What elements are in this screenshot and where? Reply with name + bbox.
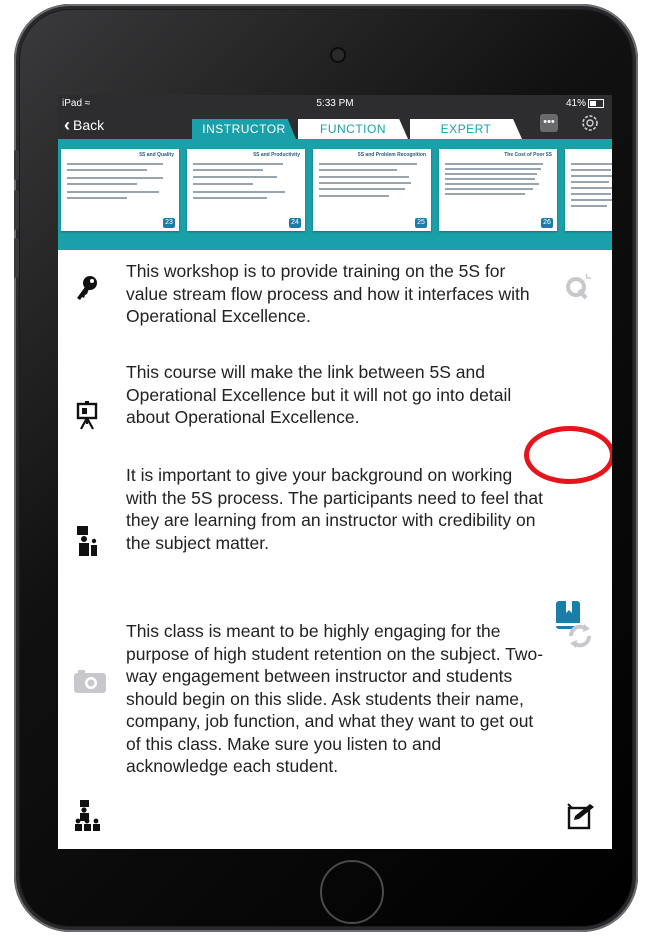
chevron-left-icon: ‹ [64,115,70,135]
back-label: Back [73,117,105,133]
status-bar: iPad ≈ 5:33 PM 41% [58,95,612,113]
slide-number: 26 [541,218,553,228]
note-paragraph: This workshop is to provide training on … [126,261,530,326]
slide-thumbnail[interactable]: 5S and Productivity 24 [187,149,305,231]
speaker-notes: This workshop is to provide training on … [58,250,612,849]
tab-label: FUNCTION [320,122,386,136]
slide-thumbnail-strip[interactable]: 5S and Quality 23 5S and Productivity 24 [58,139,612,250]
slide-number: 24 [289,218,301,228]
key-icon [74,274,100,307]
front-camera [332,49,344,61]
volume-down-button [14,238,19,278]
tab-label: EXPERT [440,122,492,136]
note-paragraph: It is important to give your background … [126,465,544,553]
highlight-circle [524,426,612,484]
tab-expert[interactable]: EXPERT [410,119,522,139]
instructor-icon [76,525,98,562]
slide-title: 5S and Problem Recognition [357,152,426,158]
slide-thumbnail[interactable]: 5S and Problem Recognition 25 [313,149,431,231]
slide-thumbnail[interactable]: The Cost of Poor 5S 26 [439,149,557,231]
volume-up-button [14,190,19,230]
tab-function[interactable]: FUNCTION [298,119,408,139]
back-button[interactable]: ‹ Back [64,115,105,135]
note-paragraph: This class is meant to be highly engagin… [126,621,544,776]
tab-label: INSTRUCTOR [202,122,286,136]
battery-icon [588,98,604,108]
mute-switch [14,150,19,180]
gear-icon[interactable] [579,112,601,134]
slide-title: 5S and Quality [139,152,174,158]
slide-thumbnail[interactable]: 5S and Quality 23 [61,149,179,231]
quiz-q-icon[interactable] [563,272,593,307]
ellipsis-icon[interactable]: ••• [540,114,558,132]
home-button[interactable] [320,860,384,924]
battery-indicator: 41% [566,98,604,109]
slide-thumbnail[interactable]: 5 [565,149,612,231]
class-audience-icon [74,799,104,836]
slide-number: 25 [415,218,427,228]
slide-title: 5S and Productivity [253,152,300,158]
app-screen: iPad ≈ 5:33 PM 41% ‹ Back INSTRUCTOR FUN… [58,95,612,849]
note-paragraph: This course will make the link between 5… [126,362,512,427]
camera-icon[interactable] [74,668,106,699]
refresh-icon[interactable] [566,622,594,655]
slide-number: 23 [163,218,175,228]
status-time: 5:33 PM [316,98,354,109]
slide-title: The Cost of Poor 5S [504,152,552,158]
edit-note-icon[interactable] [566,802,596,835]
top-bar: iPad ≈ 5:33 PM 41% ‹ Back INSTRUCTOR FUN… [58,95,612,250]
presentation-easel-icon [76,400,98,435]
tab-instructor[interactable]: INSTRUCTOR [192,119,296,139]
